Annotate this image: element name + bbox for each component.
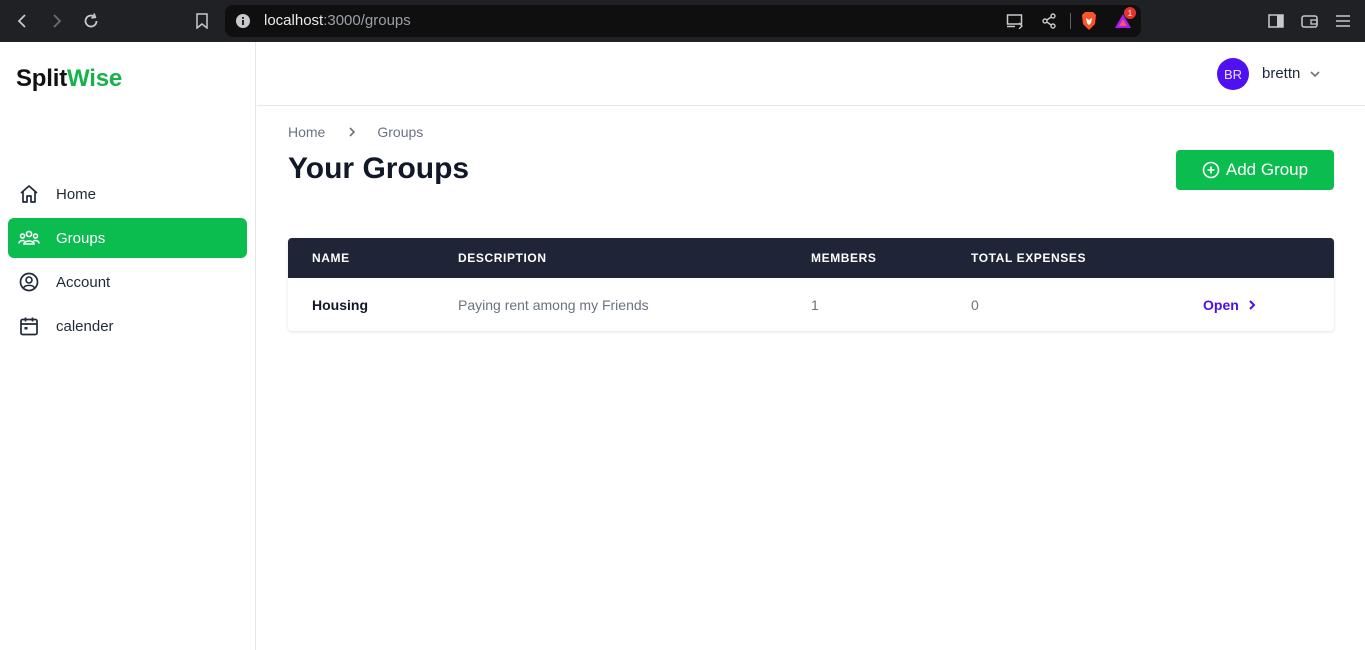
wallet-icon	[1301, 15, 1318, 28]
plus-circle-icon	[1202, 161, 1220, 179]
reload-button[interactable]	[79, 9, 103, 33]
cast-icon[interactable]	[1005, 11, 1025, 31]
add-group-label: Add Group	[1225, 160, 1309, 179]
sidebar: SplitWise Home Groups Account calender	[0, 42, 256, 650]
open-link-label: Open	[1203, 296, 1239, 313]
notification-badge: 1	[1124, 7, 1136, 19]
sidebar-item-calender[interactable]: calender	[8, 306, 247, 346]
reload-icon	[84, 13, 98, 28]
chevron-right-icon	[347, 126, 357, 138]
brave-shields-icon[interactable]	[1079, 11, 1099, 31]
sidebar-nav: Home Groups Account calender	[8, 174, 247, 350]
table-header: NAME DESCRIPTION MEMBERS TOTAL EXPENSES	[288, 238, 1334, 278]
logo-text-primary: Split	[16, 65, 67, 92]
url-text: localhost:3000/groups	[264, 12, 411, 29]
cell-members: 1	[811, 296, 819, 313]
home-icon	[18, 183, 40, 205]
url-path: :3000/groups	[323, 12, 411, 29]
sidebar-item-label: Groups	[56, 229, 106, 247]
add-group-button[interactable]: Add Group	[1176, 150, 1334, 190]
separator	[1070, 13, 1071, 29]
breadcrumb: Home Groups	[288, 124, 423, 140]
back-button[interactable]	[11, 9, 35, 33]
address-bar[interactable]: localhost:3000/groups 1	[225, 5, 1141, 37]
app-logo[interactable]: SplitWise	[16, 65, 122, 93]
header-members: MEMBERS	[811, 251, 877, 265]
breadcrumb-home[interactable]: Home	[288, 124, 325, 140]
chevron-down-icon[interactable]	[1309, 67, 1321, 85]
chevron-right-icon	[53, 14, 62, 28]
sidebar-item-account[interactable]: Account	[8, 262, 247, 302]
cell-group-name: Housing	[312, 296, 368, 313]
wallet-button[interactable]	[1298, 9, 1322, 33]
table-row: Housing Paying rent among my Friends 1 0…	[288, 278, 1334, 331]
sidebar-icon	[1268, 14, 1284, 28]
sidebar-item-label: Account	[56, 273, 111, 291]
sidebar-toggle-button[interactable]	[1264, 9, 1288, 33]
url-host: localhost	[264, 12, 324, 29]
header-description: DESCRIPTION	[458, 251, 547, 265]
breadcrumb-current[interactable]: Groups	[377, 124, 423, 140]
groups-table: NAME DESCRIPTION MEMBERS TOTAL EXPENSES …	[288, 238, 1334, 331]
avatar[interactable]: BR	[1217, 58, 1249, 90]
header-name: NAME	[312, 251, 350, 265]
forward-button[interactable]	[44, 9, 68, 33]
logo-text-accent: Wise	[67, 65, 123, 92]
user-circle-icon	[18, 271, 40, 293]
brave-rewards-icon[interactable]: 1	[1113, 7, 1136, 31]
site-info-icon[interactable]	[235, 13, 251, 34]
hamburger-icon	[1336, 15, 1350, 27]
bookmark-icon	[196, 13, 208, 29]
sidebar-item-groups[interactable]: Groups	[8, 218, 247, 258]
users-icon	[18, 227, 40, 249]
sidebar-item-home[interactable]: Home	[8, 174, 247, 214]
bookmark-button[interactable]	[190, 9, 214, 33]
sidebar-item-label: calender	[56, 317, 114, 335]
cell-total-expenses: 0	[971, 296, 979, 313]
user-name[interactable]: brettn	[1262, 65, 1300, 82]
chevron-left-icon	[17, 14, 26, 28]
calendar-icon	[18, 315, 40, 337]
share-icon[interactable]	[1039, 11, 1059, 31]
chevron-right-icon	[1247, 299, 1257, 311]
top-bar: BR brettn	[257, 42, 1365, 106]
sidebar-item-label: Home	[56, 185, 97, 203]
browser-toolbar: localhost:3000/groups 1	[0, 0, 1365, 42]
page-title: Your Groups	[288, 152, 470, 185]
cell-description: Paying rent among my Friends	[458, 296, 649, 313]
menu-button[interactable]	[1331, 9, 1355, 33]
header-total-expenses: TOTAL EXPENSES	[971, 251, 1087, 265]
open-group-link[interactable]: Open	[1203, 278, 1257, 331]
